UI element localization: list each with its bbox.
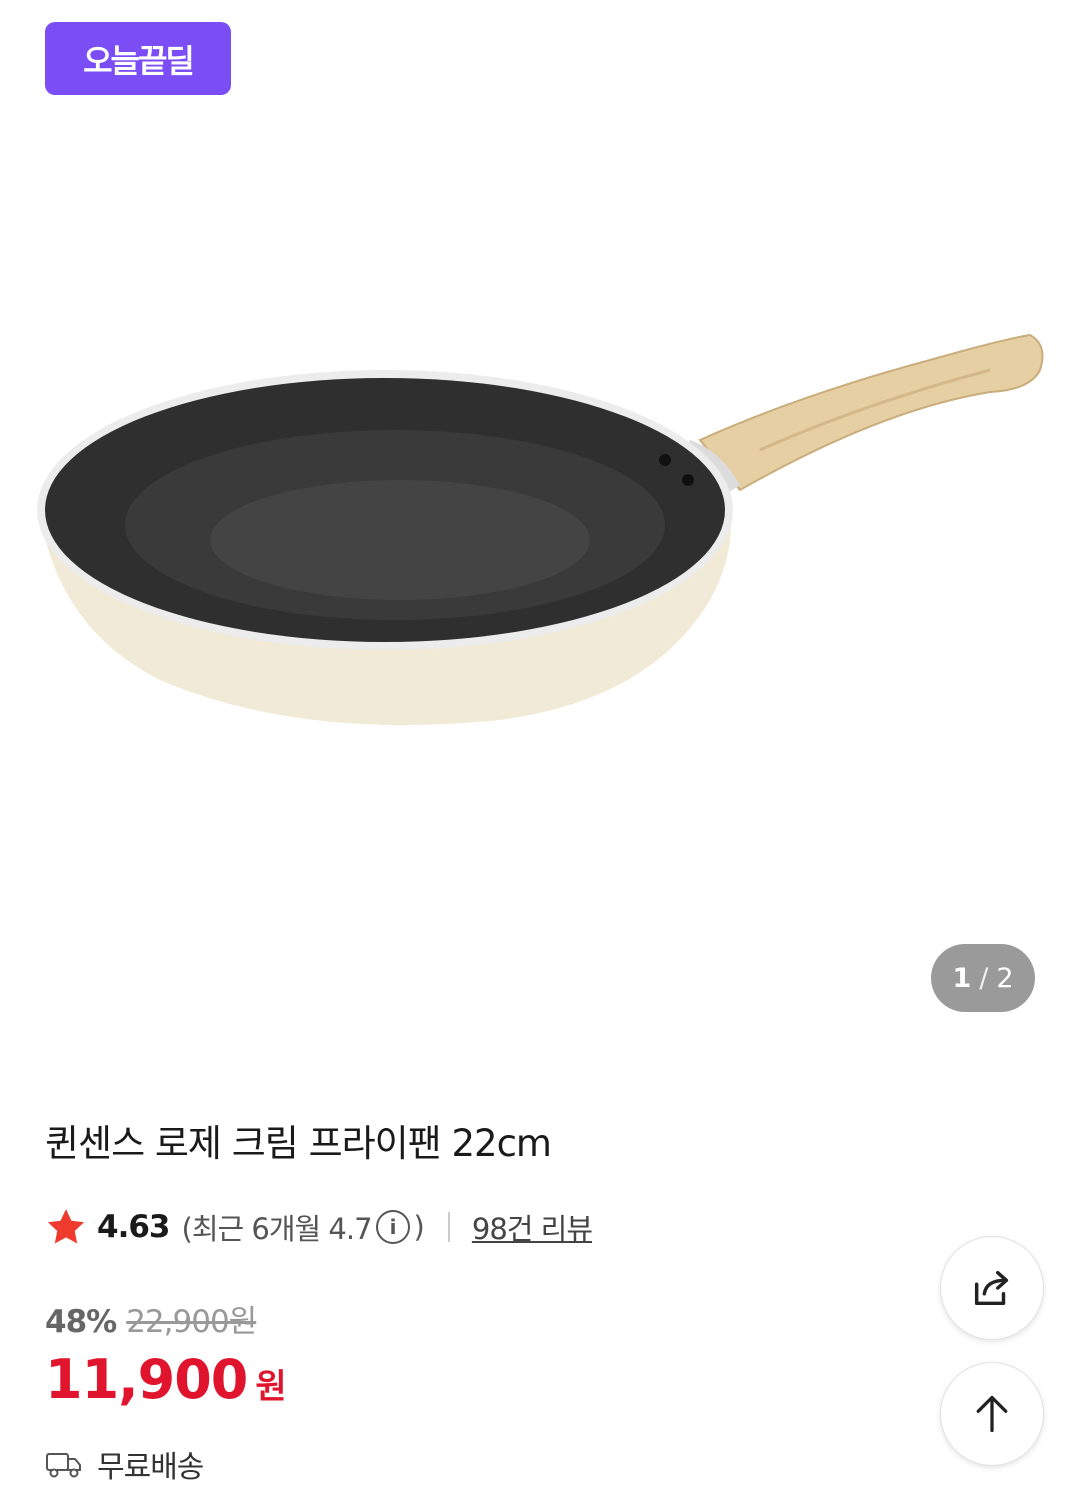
rating-row: 4.63 (최근 6개월 4.7 i ) 98건 리뷰 xyxy=(45,1205,593,1249)
recent-rating: (최근 6개월 4.7 i ) xyxy=(181,1206,425,1248)
product-title: 퀸센스 로제 크림 프라이팬 22cm xyxy=(45,1122,552,1165)
divider xyxy=(447,1212,450,1242)
product-image-frying-pan xyxy=(37,333,1044,725)
today-deal-badge: 오늘끝딜 xyxy=(45,22,231,95)
currency-unit: 원 xyxy=(255,1367,287,1407)
sale-price: 11,900 xyxy=(45,1348,248,1411)
rating-score: 4.63 xyxy=(97,1209,170,1245)
original-price: 22,900원 xyxy=(126,1304,257,1340)
recent-rating-close: ) xyxy=(413,1210,425,1244)
discount-rate: 48% xyxy=(45,1304,117,1340)
page-separator: / xyxy=(979,962,989,994)
truck-icon xyxy=(46,1453,81,1478)
info-icon[interactable]: i xyxy=(375,1210,410,1244)
share-button[interactable] xyxy=(940,1236,1044,1340)
arrow-up-icon xyxy=(976,1395,1008,1433)
recent-rating-text: (최근 6개월 4.7 xyxy=(181,1212,373,1246)
page-current: 1 xyxy=(952,962,972,994)
product-image-gallery[interactable]: 오늘끝딜 1 / 2 xyxy=(0,0,1078,1050)
share-icon xyxy=(974,1270,1009,1306)
original-price-row: 48% 22,900원 xyxy=(45,1296,257,1341)
shipping-info: 무료배송 xyxy=(45,1442,204,1486)
image-page-indicator: 1 / 2 xyxy=(931,944,1035,1012)
free-shipping-label: 무료배송 xyxy=(97,1450,204,1485)
page-total: 2 xyxy=(996,962,1014,994)
sale-price-row: 11,900 원 xyxy=(45,1348,287,1411)
star-icon xyxy=(47,1209,85,1244)
scroll-to-top-button[interactable] xyxy=(940,1362,1044,1466)
reviews-link[interactable]: 98건 리뷰 xyxy=(472,1206,593,1248)
